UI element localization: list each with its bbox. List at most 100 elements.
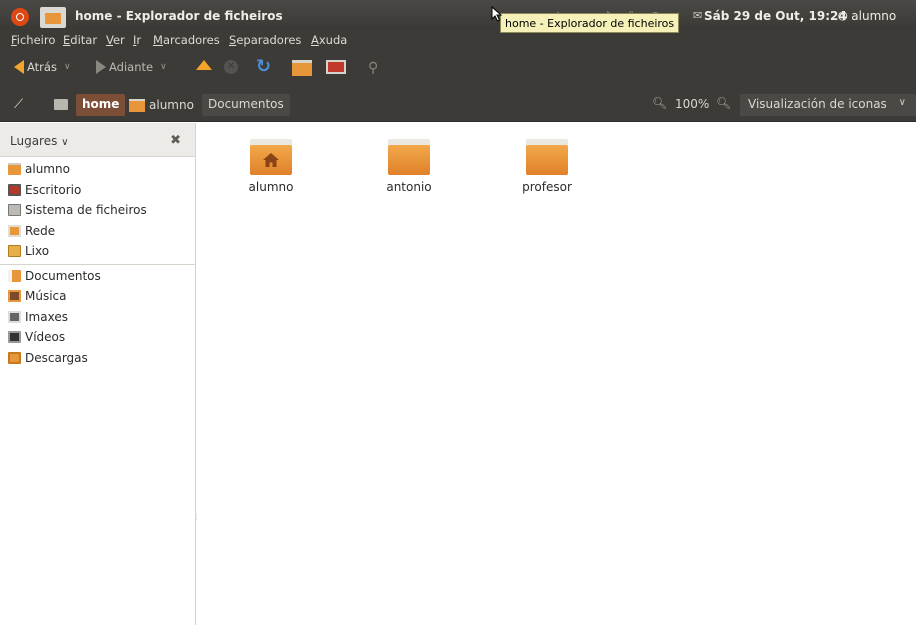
stop-button[interactable]: ✕: [224, 60, 238, 74]
chevron-down-icon: ∨: [898, 97, 906, 108]
sidebar-item-videos[interactable]: Vídeos: [0, 327, 195, 348]
disk-icon[interactable]: [54, 99, 68, 110]
breadcrumb-home[interactable]: home: [76, 94, 126, 116]
chevron-down-icon[interactable]: ∨: [160, 62, 167, 72]
back-arrow-icon: [14, 60, 24, 74]
home-folder-icon: [129, 98, 145, 112]
ubuntu-logo-icon[interactable]: [11, 8, 29, 26]
chevron-down-icon: ∨: [61, 137, 69, 148]
view-mode-label: Visualización de iconas: [748, 97, 887, 111]
window-title: home - Explorador de ficheiros: [75, 9, 283, 23]
breadcrumb-alumno-label: alumno: [149, 98, 194, 112]
sidebar-item-descargas[interactable]: Descargas: [0, 348, 195, 369]
up-button[interactable]: [196, 60, 212, 70]
computer-button[interactable]: [326, 60, 346, 74]
menu-editar[interactable]: Editar: [63, 33, 97, 47]
sidebar-item-label: Rede: [25, 223, 56, 238]
window-title-tooltip: home - Explorador de ficheiros: [500, 13, 680, 33]
sidebar-item-alumno[interactable]: alumno: [0, 159, 195, 180]
search-icon: ⚲: [368, 60, 379, 76]
sidebar-item-documentos[interactable]: Documentos: [0, 266, 195, 287]
folder-item-alumno[interactable]: alumno: [229, 139, 313, 194]
mail-icon[interactable]: ✉: [693, 9, 702, 22]
edit-location-button[interactable]: ⟋: [14, 97, 30, 113]
forward-arrow-icon: [96, 60, 106, 74]
menu-separadores[interactable]: Separadores: [229, 33, 301, 47]
sidebar-item-rede[interactable]: Rede: [0, 221, 195, 242]
mouse-cursor-icon: [491, 6, 503, 22]
sidebar-item-musica[interactable]: Música: [0, 286, 195, 307]
back-button[interactable]: Atrás ∨: [14, 60, 71, 74]
reload-button[interactable]: ↻: [256, 56, 272, 77]
divider: [0, 263, 195, 265]
sidebar-item-label: Vídeos: [25, 330, 66, 345]
sidebar-item-label: Sistema de ficheiros: [25, 203, 147, 218]
back-label: Atrás: [27, 60, 57, 74]
sidebar-item-escritorio[interactable]: Escritorio: [0, 180, 195, 201]
menu-axuda[interactable]: Axuda: [311, 33, 347, 47]
folder-icon: [40, 7, 66, 28]
folder-item-profesor[interactable]: profesor: [505, 139, 589, 194]
chevron-down-icon[interactable]: ∨: [64, 62, 71, 72]
desktop-icon: [8, 183, 21, 196]
sidebar-item-label: alumno: [25, 162, 70, 177]
file-icon-view: alumno antonio profesor: [197, 123, 916, 625]
sidebar: Lugares ∨ ✖ alumno Escritorio Sistema de…: [0, 123, 200, 625]
forward-button[interactable]: Adiante ∨: [96, 60, 167, 74]
sidebar-item-filesystem[interactable]: Sistema de ficheiros: [0, 200, 195, 221]
sidebar-item-label: Documentos: [25, 268, 101, 283]
sidebar-resize-handle[interactable]: ⋮: [193, 513, 200, 525]
zoom-level[interactable]: 100%: [675, 97, 709, 111]
sidebar-item-label: Descargas: [25, 350, 88, 365]
menu-ir[interactable]: Ir: [133, 33, 141, 47]
menu-marcadores[interactable]: Marcadores: [153, 33, 220, 47]
home-button[interactable]: [292, 60, 312, 76]
sidebar-header-label: Lugares: [10, 134, 58, 148]
path-bar: ⟋ home alumno Documentos 🔍︎ 100% 🔍︎ Visu…: [0, 88, 916, 122]
folder-label: antonio: [386, 180, 432, 194]
close-sidebar-icon[interactable]: ✖: [170, 133, 181, 148]
pictures-folder-icon: [8, 310, 21, 323]
user-menu[interactable]: ⏻ alumno: [838, 9, 896, 24]
breadcrumb-documentos[interactable]: Documentos: [202, 94, 290, 116]
toolbar: Atrás ∨ Adiante ∨ ✕ ↻ ⚲: [0, 50, 916, 88]
trash-icon: [8, 245, 21, 258]
sidebar-item-label: Lixo: [25, 244, 50, 259]
documents-folder-icon: [8, 269, 21, 282]
menu-ficheiro[interactable]: Ficheiro: [11, 33, 55, 47]
folder-label: alumno: [248, 180, 294, 194]
folder-label: profesor: [522, 180, 572, 194]
menu-bar: Ficheiro Editar Ver Ir Marcadores Separa…: [0, 30, 916, 50]
forward-label: Adiante: [109, 60, 154, 74]
home-icon: [292, 60, 312, 76]
zoom-out-icon[interactable]: 🔍︎: [652, 96, 667, 110]
menu-ver[interactable]: Ver: [106, 33, 125, 47]
clock[interactable]: Sáb 29 de Out, 19:24: [704, 9, 847, 23]
network-icon: [8, 224, 21, 237]
sidebar-item-label: Música: [25, 289, 67, 304]
zoom-in-icon[interactable]: 🔍︎: [716, 96, 731, 110]
drive-icon: [8, 204, 21, 217]
home-folder-icon: [8, 163, 21, 176]
up-arrow-icon: [196, 60, 212, 70]
stop-icon: ✕: [224, 60, 238, 74]
top-panel: home - Explorador de ficheiros ◇ ▭ ♪ ⎙ ◐…: [0, 0, 916, 30]
view-mode-select[interactable]: Visualización de iconas ∨: [740, 94, 916, 116]
sidebar-item-label: Escritorio: [25, 182, 82, 197]
breadcrumb-alumno[interactable]: alumno: [123, 94, 200, 116]
folder-icon: [526, 139, 568, 175]
sidebar-item-label: Imaxes: [25, 309, 68, 324]
home-folder-icon: [250, 139, 292, 175]
folder-icon: [388, 139, 430, 175]
folder-item-antonio[interactable]: antonio: [367, 139, 451, 194]
sidebar-header: Lugares ∨ ✖: [0, 123, 195, 157]
music-folder-icon: [8, 290, 21, 303]
search-button[interactable]: ⚲: [368, 60, 378, 76]
sidebar-places-dropdown[interactable]: Lugares ∨: [10, 134, 69, 148]
downloads-folder-icon: [8, 351, 21, 364]
sidebar-item-lixo[interactable]: Lixo: [0, 241, 195, 262]
computer-icon: [326, 60, 346, 74]
sidebar-item-imaxes[interactable]: Imaxes: [0, 307, 195, 328]
reload-icon: ↻: [256, 56, 272, 77]
videos-folder-icon: [8, 331, 21, 344]
